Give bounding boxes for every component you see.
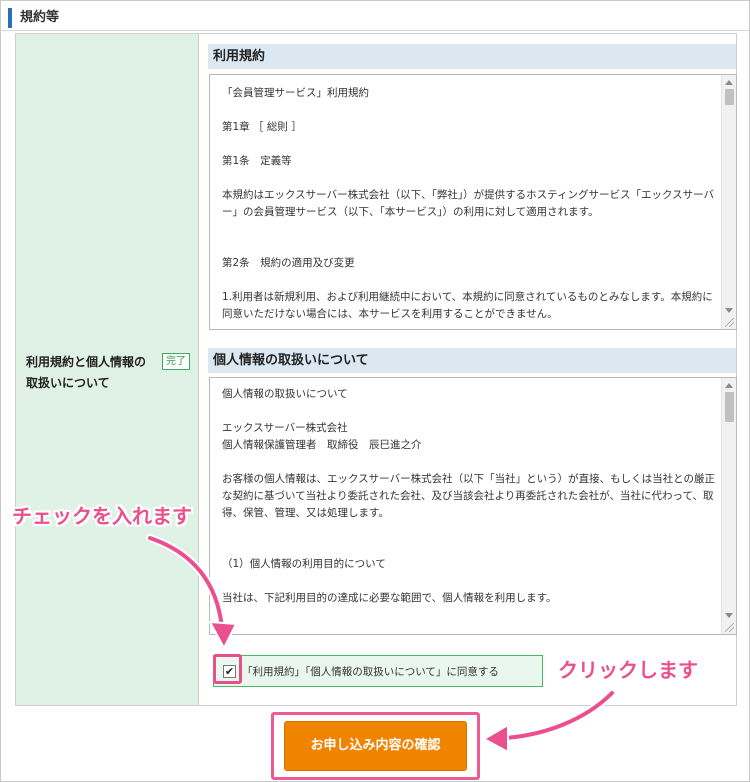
confirm-application-button[interactable]: お申し込み内容の確認 [284, 721, 467, 771]
document-line [222, 136, 717, 153]
document-line [222, 221, 717, 238]
document-line [222, 238, 717, 255]
document-line: エックスサーバー株式会社 [222, 422, 348, 434]
click-callout: クリックします [558, 658, 698, 682]
row-label-cell: 利用規約と個人情報の取扱いについて 完了 [16, 34, 199, 705]
button-highlight-frame: お申し込み内容の確認 [271, 712, 480, 780]
checkbox-highlight-frame [213, 654, 242, 684]
resize-grip-icon[interactable] [725, 318, 734, 327]
document-line: 1.利用者は新規利用、および利用継続中において、本規約に同意されているものとみな… [222, 291, 713, 320]
scroll-up-icon[interactable] [725, 383, 733, 388]
check-callout: チェックを入れます [12, 504, 192, 528]
document-line [222, 272, 717, 289]
document-line [222, 403, 717, 420]
privacy-scrollbar[interactable] [721, 378, 736, 634]
scroll-up-icon[interactable] [725, 80, 733, 85]
document-line: 当社は、下記利用目的の達成に必要な範囲で、個人情報を利用します。 [222, 592, 557, 604]
terms-form-table: 利用規約と個人情報の取扱いについて 完了 利用規約 「会員管理サービス」利用規約… [15, 33, 737, 706]
document-line [222, 539, 717, 556]
document-line [222, 102, 717, 119]
document-line [222, 573, 717, 590]
document-line: 個人情報の取扱いについて [222, 388, 348, 400]
terms-text: 「会員管理サービス」利用規約 第1章 ［ 総則 ］ 第1条 定義等 本規約はエッ… [222, 85, 717, 323]
document-line: 「会員管理サービス」利用規約 [222, 87, 369, 99]
status-badge: 完了 [162, 353, 190, 370]
agreement-checkbox-row[interactable]: ✔ 「利用規約」「個人情報の取扱いについて」に同意する [213, 655, 543, 687]
document-line: 第1条 定義等 [222, 155, 292, 167]
terms-scroll-thumb[interactable] [725, 89, 734, 105]
document-line: 個人情報保護管理者 取締役 辰巳進之介 [222, 439, 422, 451]
document-line: （1）個人情報の利用目的について [222, 558, 386, 570]
section-divider [0, 30, 750, 31]
privacy-textarea[interactable]: 個人情報の取扱いについて エックスサーバー株式会社個人情報保護管理者 取締役 辰… [209, 377, 737, 635]
privacy-text: 個人情報の取扱いについて エックスサーバー株式会社個人情報保護管理者 取締役 辰… [222, 386, 717, 607]
resize-grip-icon[interactable] [725, 623, 734, 632]
privacy-heading: 個人情報の取扱いについて [208, 348, 736, 373]
terms-heading: 利用規約 [208, 44, 736, 69]
document-line: 第1章 ［ 総則 ］ [222, 121, 302, 133]
document-line [222, 454, 717, 471]
scroll-down-icon[interactable] [725, 308, 733, 313]
document-line: 本規約はエックスサーバー株式会社（以下、「弊社」）が提供するホスティングサービス… [222, 189, 715, 218]
document-line [222, 522, 717, 539]
document-line: お客様の個人情報は、エックスサーバー株式会社（以下「当社」という）が直接、もしく… [222, 473, 715, 519]
terms-textarea[interactable]: 「会員管理サービス」利用規約 第1章 ［ 総則 ］ 第1条 定義等 本規約はエッ… [209, 74, 737, 330]
agreement-label[interactable]: 「利用規約」「個人情報の取扱いについて」に同意する [242, 664, 499, 680]
document-line: 第2条 規約の適用及び変更 [222, 257, 355, 269]
document-line [222, 170, 717, 187]
row-label: 利用規約と個人情報の取扱いについて [26, 355, 147, 390]
section-title: 規約等 [8, 8, 59, 28]
terms-scrollbar[interactable] [721, 75, 736, 329]
row-content-cell: 利用規約 「会員管理サービス」利用規約 第1章 ［ 総則 ］ 第1条 定義等 本… [200, 34, 737, 705]
scroll-down-icon[interactable] [725, 613, 733, 618]
privacy-scroll-thumb[interactable] [725, 392, 734, 422]
